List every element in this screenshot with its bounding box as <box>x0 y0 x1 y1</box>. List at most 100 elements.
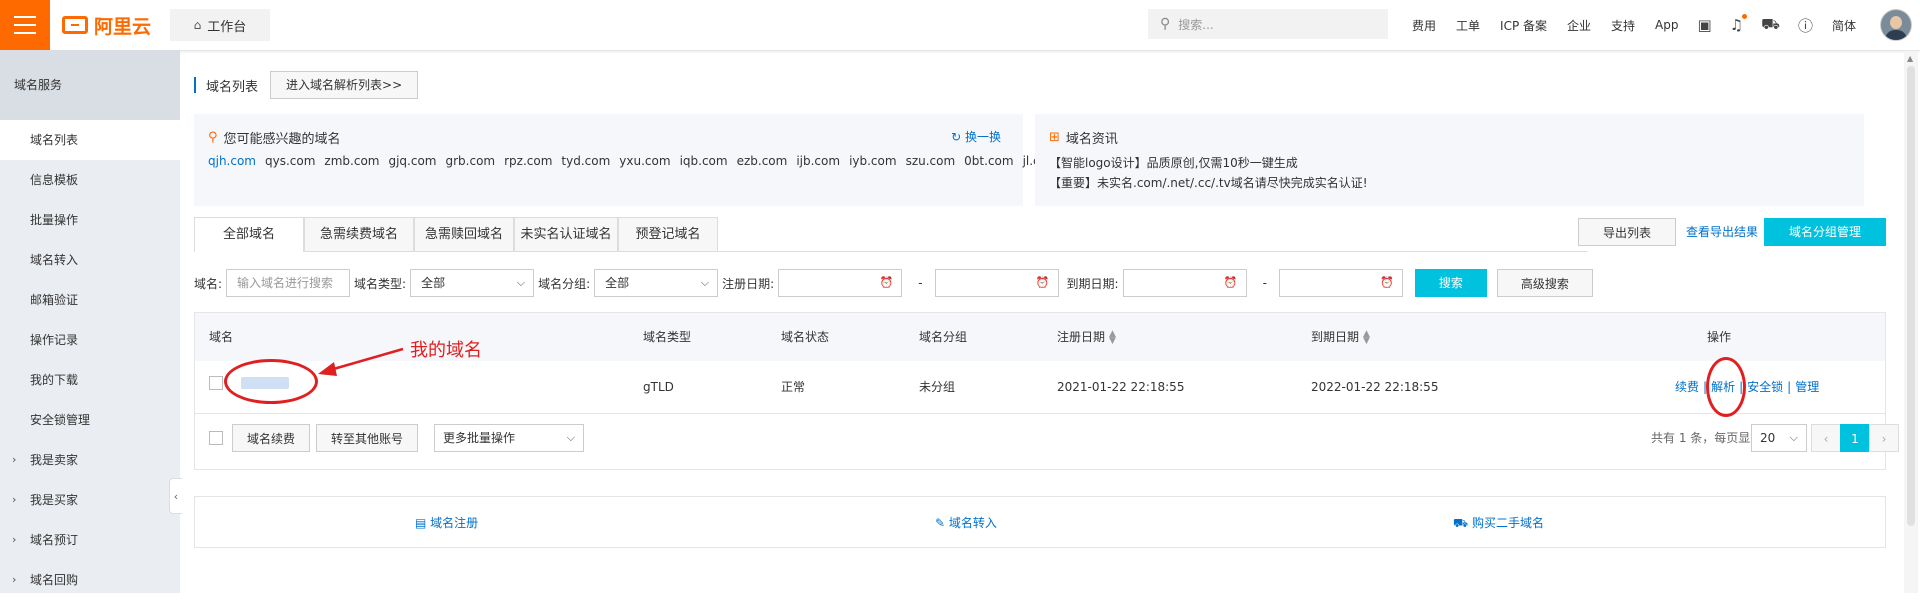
clock-icon: ⏰ <box>1380 276 1394 289</box>
language-switch[interactable]: 简体 <box>1832 17 1856 34</box>
sidebar-group-buyback[interactable]: › 域名回购 <box>0 560 180 600</box>
col-exp-date[interactable]: 到期日期 ▲ ▼ <box>1311 313 1370 361</box>
next-page-button[interactable]: › <box>1869 424 1899 452</box>
brand-logo[interactable]: 阿里云 <box>62 13 151 38</box>
sidebar-item-email-verify[interactable]: 邮箱验证 <box>0 280 180 320</box>
bell-icon[interactable]: ♫ <box>1730 14 1748 34</box>
transfer-in-link[interactable]: ✎ 域名转入 <box>935 497 997 549</box>
sort-icon[interactable]: ▲ ▼ <box>1109 329 1116 345</box>
top-bar: 阿里云 ⌂ 工作台 ⚲ 搜索... 费用 工单 ICP 备案 企业 支持 App… <box>0 0 1920 51</box>
news-item[interactable]: 【重要】未实名.com/.net/.cc/.tv域名请尽快完成实名认证! <box>1049 174 1368 191</box>
suggested-domain[interactable]: grb.com <box>446 154 496 168</box>
tab-preregistered[interactable]: 预登记域名 <box>618 217 718 251</box>
chevron-down-icon: ⌵ <box>566 431 575 444</box>
suggested-domain[interactable]: ezb.com <box>737 154 788 168</box>
scrollbar[interactable]: ▲ <box>1904 52 1918 593</box>
suggested-domain[interactable]: 0bt.com <box>964 154 1013 168</box>
sidebar-group-reserve[interactable]: › 域名预订 <box>0 520 180 560</box>
sidebar-item-batch[interactable]: 批量操作 <box>0 200 180 240</box>
nav-billing[interactable]: 费用 <box>1412 17 1436 34</box>
calendar-icon: ▤ <box>415 516 427 530</box>
pager-summary: 共有 1 条，每页显示: <box>1651 431 1767 445</box>
exp-date-start-input[interactable]: ⏰ <box>1122 269 1247 297</box>
view-export-link[interactable]: 查看导出结果 <box>1682 218 1762 246</box>
avatar[interactable] <box>1880 9 1912 41</box>
scroll-up-icon[interactable]: ▲ <box>1907 54 1913 63</box>
dns-list-button[interactable]: 进入域名解析列表>> <box>270 71 419 99</box>
sidebar-group-seller[interactable]: › 我是卖家 <box>0 440 180 480</box>
search-button[interactable]: 搜索 <box>1414 269 1487 297</box>
more-batch-label: 更多批量操作 <box>443 431 516 445</box>
search-placeholder: 搜索... <box>1178 17 1214 32</box>
register-domain-label: 域名注册 <box>430 516 479 530</box>
group-manage-button[interactable]: 域名分组管理 <box>1764 218 1886 246</box>
suggested-domain[interactable]: iyb.com <box>849 154 897 168</box>
sort-icon[interactable]: ▲ ▼ <box>1363 329 1370 345</box>
col-status: 域名状态 <box>781 330 830 344</box>
cart-icon[interactable]: ⛟ <box>1761 15 1780 35</box>
sidebar-item-downloads[interactable]: 我的下载 <box>0 360 180 400</box>
tab-unverified[interactable]: 未实名认证域名 <box>514 217 618 251</box>
nav-icp[interactable]: ICP 备案 <box>1500 17 1547 34</box>
nav-ticket[interactable]: 工单 <box>1456 17 1480 34</box>
nav-app[interactable]: App <box>1655 18 1678 32</box>
sidebar-group-buyer[interactable]: › 我是买家 <box>0 480 180 520</box>
date-range-dash: - <box>918 276 923 290</box>
sidebar-item-op-log[interactable]: 操作记录 <box>0 320 180 360</box>
nav-enterprise[interactable]: 企业 <box>1567 17 1591 34</box>
transfer-account-button[interactable]: 转至其他账号 <box>316 424 418 452</box>
select-all-checkbox[interactable] <box>209 431 223 445</box>
refresh-link[interactable]: ↻ 换一换 <box>951 128 1001 145</box>
advanced-search-button[interactable]: 高级搜索 <box>1496 269 1593 297</box>
sidebar-item-domain-list[interactable]: 域名列表 <box>0 120 180 160</box>
suggested-domain[interactable]: qys.com <box>265 154 315 168</box>
global-search-input[interactable]: ⚲ 搜索... <box>1148 9 1388 39</box>
suggested-domain[interactable]: gjq.com <box>388 154 436 168</box>
domain-search-input[interactable]: 输入域名进行搜索 <box>226 269 351 297</box>
help-icon[interactable]: ⓘ <box>1798 15 1813 36</box>
reg-date-end-input[interactable]: ⏰ <box>934 269 1059 297</box>
suggested-domain[interactable]: tyd.com <box>561 154 610 168</box>
suggested-domain[interactable]: rpz.com <box>504 154 552 168</box>
scrollbar-thumb[interactable] <box>1907 66 1915 526</box>
refresh-label: 换一换 <box>964 130 1001 144</box>
group-select[interactable]: 全部 ⌵ <box>594 269 719 297</box>
col-reg-date[interactable]: 注册日期 ▲ ▼ <box>1057 313 1116 361</box>
news-item[interactable]: 【智能logo设计】品质原创,仅需10秒一键生成 <box>1049 154 1298 171</box>
pencil-icon: ✎ <box>935 516 946 530</box>
nav-support[interactable]: 支持 <box>1611 17 1635 34</box>
more-batch-select[interactable]: 更多批量操作 ⌵ <box>434 424 584 452</box>
exp-date-end-input[interactable]: ⏰ <box>1278 269 1403 297</box>
security-lock-link[interactable]: 安全锁 <box>1747 380 1783 394</box>
sidebar-item-security-lock[interactable]: 安全锁管理 <box>0 400 180 440</box>
type-select[interactable]: 全部 ⌵ <box>410 269 535 297</box>
reg-date-start-input[interactable]: ⏰ <box>778 269 903 297</box>
manage-link[interactable]: 管理 <box>1795 380 1819 394</box>
tab-redeem-urgent[interactable]: 急需赎回域名 <box>414 217 514 251</box>
interest-panel: ⚲ 您可能感兴趣的域名 ↻ 换一换 qjh.com qys.com zmb.co… <box>194 114 1059 206</box>
register-domain-link[interactable]: ▤ 域名注册 <box>415 497 478 549</box>
batch-renew-button[interactable]: 域名续费 <box>232 424 310 452</box>
suggested-domain[interactable]: ijb.com <box>796 154 840 168</box>
workbench-button[interactable]: ⌂ 工作台 <box>170 9 270 41</box>
terminal-icon[interactable]: ▣ <box>1698 16 1712 34</box>
sidebar-item-transfer-in[interactable]: 域名转入 <box>0 240 180 280</box>
page-number[interactable]: 1 <box>1840 424 1870 452</box>
tab-all-domains[interactable]: 全部域名 <box>194 217 304 252</box>
buy-secondhand-link[interactable]: ⛟ 购买二手域名 <box>1453 497 1544 549</box>
prev-page-button[interactable]: ‹ <box>1811 424 1841 452</box>
chevron-down-icon: ⌵ <box>1789 431 1798 444</box>
tab-renew-urgent[interactable]: 急需续费域名 <box>304 217 414 251</box>
row-checkbox[interactable] <box>209 376 223 390</box>
export-list-button[interactable]: 导出列表 <box>1578 218 1676 246</box>
suggested-domain[interactable]: yxu.com <box>619 154 670 168</box>
suggested-domain[interactable]: zmb.com <box>324 154 379 168</box>
sidebar-item-info-template[interactable]: 信息模板 <box>0 160 180 200</box>
suggested-domain[interactable]: szu.com <box>906 154 956 168</box>
suggested-domain[interactable]: qjh.com <box>208 154 256 168</box>
interest-title: 您可能感兴趣的域名 <box>223 132 341 147</box>
renew-link[interactable]: 续费 <box>1675 380 1699 394</box>
suggested-domain[interactable]: iqb.com <box>680 154 728 168</box>
menu-icon[interactable] <box>0 0 50 50</box>
page-size-select[interactable]: 20 ⌵ <box>1751 424 1807 452</box>
